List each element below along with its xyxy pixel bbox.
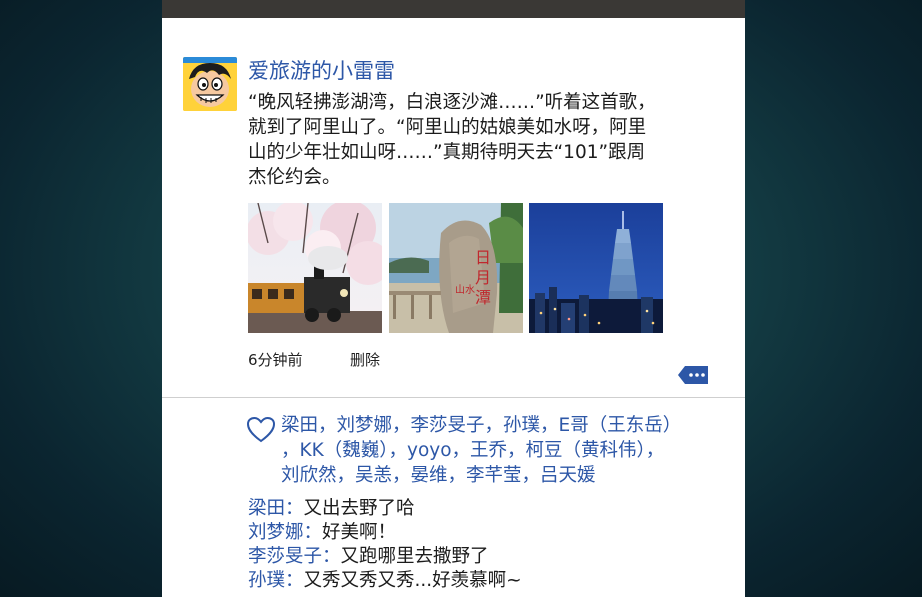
svg-text:月: 月 xyxy=(475,268,491,287)
comment-separator: ： xyxy=(285,570,304,591)
comment-separator: ： xyxy=(285,498,304,519)
post-text-line: 山的少年壮如山呀……”真期待明天去“101”跟周 xyxy=(248,142,646,163)
likes-line[interactable]: 刘欣然，吴恙，晏维，李芊莹，吕天媛 xyxy=(281,463,721,488)
post-username[interactable]: 爱旅游的小雷雷 xyxy=(248,55,395,85)
sun-moon-lake-stone-photo[interactable]: 日 月 潭 山水 xyxy=(389,203,523,333)
post-text-line: 杰伦约会。 xyxy=(248,167,341,188)
delete-button[interactable]: 删除 xyxy=(350,349,380,370)
comment-user[interactable]: 孙璞 xyxy=(248,570,285,591)
post-time: 6分钟前 xyxy=(248,351,303,369)
likes-list[interactable]: 梁田，刘梦娜，李莎旻子，孙璞，E哥（王东岳） ，KK（魏巍），yoyo，王乔，柯… xyxy=(281,413,721,488)
post-text: “晚风轻拂澎湖湾，白浪逐沙滩……”听着这首歌， 就到了阿里山了。“阿里山的姑娘美… xyxy=(248,90,710,190)
comments-list: 梁田：又出去野了哈 刘梦娜：好美啊！ 李莎旻子：又跑哪里去撒野了 孙璞：又秀又秀… xyxy=(248,497,728,593)
comment-user[interactable]: 梁田 xyxy=(248,498,285,519)
comment-text: 又出去野了哈 xyxy=(303,498,415,519)
comment-text: 又跑哪里去撒野了 xyxy=(340,546,489,567)
divider xyxy=(162,397,745,398)
svg-text:潭: 潭 xyxy=(475,288,491,307)
comment-item[interactable]: 孙璞：又秀又秀又秀...好羡慕啊~ xyxy=(248,569,728,593)
svg-text:日: 日 xyxy=(475,248,491,267)
comment-user[interactable]: 刘梦娜 xyxy=(248,522,304,543)
comment-item[interactable]: 梁田：又出去野了哈 xyxy=(248,497,728,521)
alishan-train-photo[interactable] xyxy=(248,203,382,333)
comment-text: 好美啊！ xyxy=(322,522,397,543)
comment-item[interactable]: 刘梦娜：好美啊！ xyxy=(248,521,728,545)
post-text-line: “晚风轻拂澎湖湾，白浪逐沙滩……”听着这首歌， xyxy=(248,92,656,113)
comment-icon xyxy=(678,366,708,384)
avatar[interactable] xyxy=(183,57,237,111)
comment-user[interactable]: 李莎旻子 xyxy=(248,546,322,567)
likes-line[interactable]: ，KK（魏巍），yoyo，王乔，柯豆（黄科伟）， xyxy=(281,438,721,463)
top-bar xyxy=(162,0,745,18)
taipei-101-night-photo[interactable] xyxy=(529,203,663,333)
likes-line[interactable]: 梁田，刘梦娜，李莎旻子，孙璞，E哥（王东岳） xyxy=(281,413,721,438)
feed-screen: 爱旅游的小雷雷 “晚风轻拂澎湖湾，白浪逐沙滩……”听着这首歌， 就到了阿里山了。… xyxy=(162,0,745,597)
heart-icon xyxy=(246,416,276,443)
comment-button[interactable] xyxy=(677,365,709,385)
like-button[interactable] xyxy=(246,416,276,444)
comment-separator: ： xyxy=(322,546,341,567)
comment-item[interactable]: 李莎旻子：又跑哪里去撒野了 xyxy=(248,545,728,569)
comment-text: 又秀又秀又秀...好羡慕啊~ xyxy=(303,570,522,591)
svg-text:山水: 山水 xyxy=(455,284,475,296)
comment-separator: ： xyxy=(303,522,323,543)
post-text-line: 就到了阿里山了。“阿里山的姑娘美如水呀，阿里 xyxy=(248,117,647,138)
